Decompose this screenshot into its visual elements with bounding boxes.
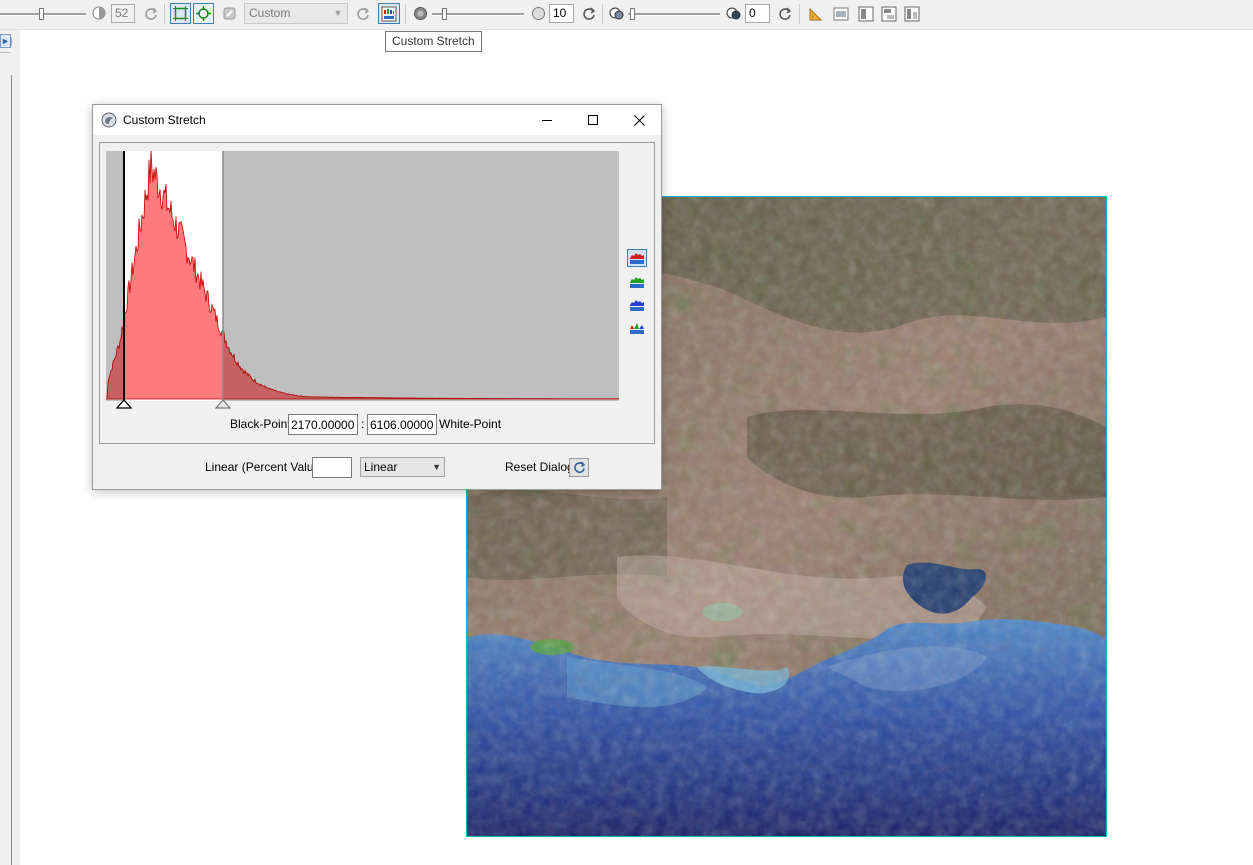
refresh-icon [573,461,585,473]
custom-stretch-dialog: Custom Stretch Black-Point : [92,104,662,490]
app-icon [101,112,117,128]
zoom-extent-icon [173,6,188,21]
refresh-icon [778,7,791,20]
band-green-button[interactable] [627,273,647,291]
contrast-value[interactable]: 52 [111,4,135,23]
stretch-refresh-button[interactable] [219,3,240,24]
custom-stretch-icon [381,6,397,21]
zoom-extent-button[interactable] [170,3,191,24]
brightness-slider[interactable] [0,3,90,24]
linear-percent-input[interactable] [312,457,352,478]
image-info-button[interactable] [830,3,851,24]
swipe-button[interactable] [855,3,876,24]
white-point-label: White-Point [439,417,502,431]
stretch-type-value: Custom [249,6,291,20]
flicker-icon [881,6,896,21]
minimize-button[interactable] [524,105,570,135]
gamma-value[interactable]: 10 [549,4,574,23]
dialog-titlebar[interactable]: Custom Stretch [93,105,661,135]
transparency-slider[interactable] [628,3,722,24]
dock-expand-button[interactable]: ►| [0,34,12,48]
refresh-icon [144,7,157,20]
reset-transparency-button[interactable] [774,3,795,24]
refresh-icon [356,7,369,20]
histogram-plot[interactable] [106,151,619,401]
band-red-button[interactable] [627,249,647,267]
black-point-label: Black-Point [230,417,291,431]
image-toolbar: 52 Custom ▼ 10 0 [0,0,1253,30]
reset-contrast-button[interactable] [140,3,161,24]
stretch-method-dropdown[interactable]: Linear ▼ [360,457,445,477]
custom-stretch-tooltip: Custom Stretch [385,31,482,52]
transparency-max-icon [726,7,741,20]
histogram-green-icon [630,277,644,288]
minimize-icon [542,120,552,121]
close-button[interactable] [616,105,662,135]
contrast-icon [92,6,106,20]
transparency-value[interactable]: 0 [745,4,770,23]
refresh-icon [582,7,595,20]
pan-button[interactable] [193,3,214,24]
stretch-type-dropdown[interactable]: Custom ▼ [244,3,348,24]
reset-stretch-button[interactable] [352,3,373,24]
stretch-settings-icon [223,7,236,20]
close-icon [633,114,645,126]
stretch-method-value: Linear [364,460,398,474]
custom-stretch-button[interactable] [378,3,400,24]
left-dock-panel: ►| [0,30,20,865]
reset-dialog-button[interactable] [569,458,589,477]
black-point-input[interactable] [288,414,358,435]
point-separator: : [361,417,365,431]
linear-percent-label: Linear (Percent Value) [205,460,325,474]
band-blue-button[interactable] [627,296,647,314]
black-point-handle[interactable] [116,399,132,409]
histogram-red-icon [630,253,644,264]
chevron-down-icon: ▼ [333,8,343,18]
transparency-icon [609,7,624,20]
maximize-icon [588,115,598,125]
gamma-slider[interactable] [432,3,526,24]
band-rgb-button[interactable] [627,319,647,337]
ruler-icon [809,7,822,20]
reset-dialog-label: Reset Dialog [505,460,574,474]
blend-button[interactable] [901,3,922,24]
pan-icon [196,6,211,21]
flicker-button[interactable] [878,3,899,24]
histogram-rgb-icon [630,323,644,334]
white-point-handle[interactable] [215,399,231,409]
chevron-down-icon: ▼ [432,462,441,472]
gamma-icon [414,7,427,20]
maximize-button[interactable] [570,105,616,135]
image-info-icon [833,7,848,20]
measure-button[interactable] [805,3,826,24]
histogram-blue-icon [630,300,644,311]
reset-gamma-button[interactable] [578,3,599,24]
swipe-icon [858,6,873,21]
blend-icon [904,6,919,21]
dialog-title: Custom Stretch [123,113,206,127]
white-point-input[interactable] [367,414,437,435]
gamma-max-icon [532,7,545,20]
